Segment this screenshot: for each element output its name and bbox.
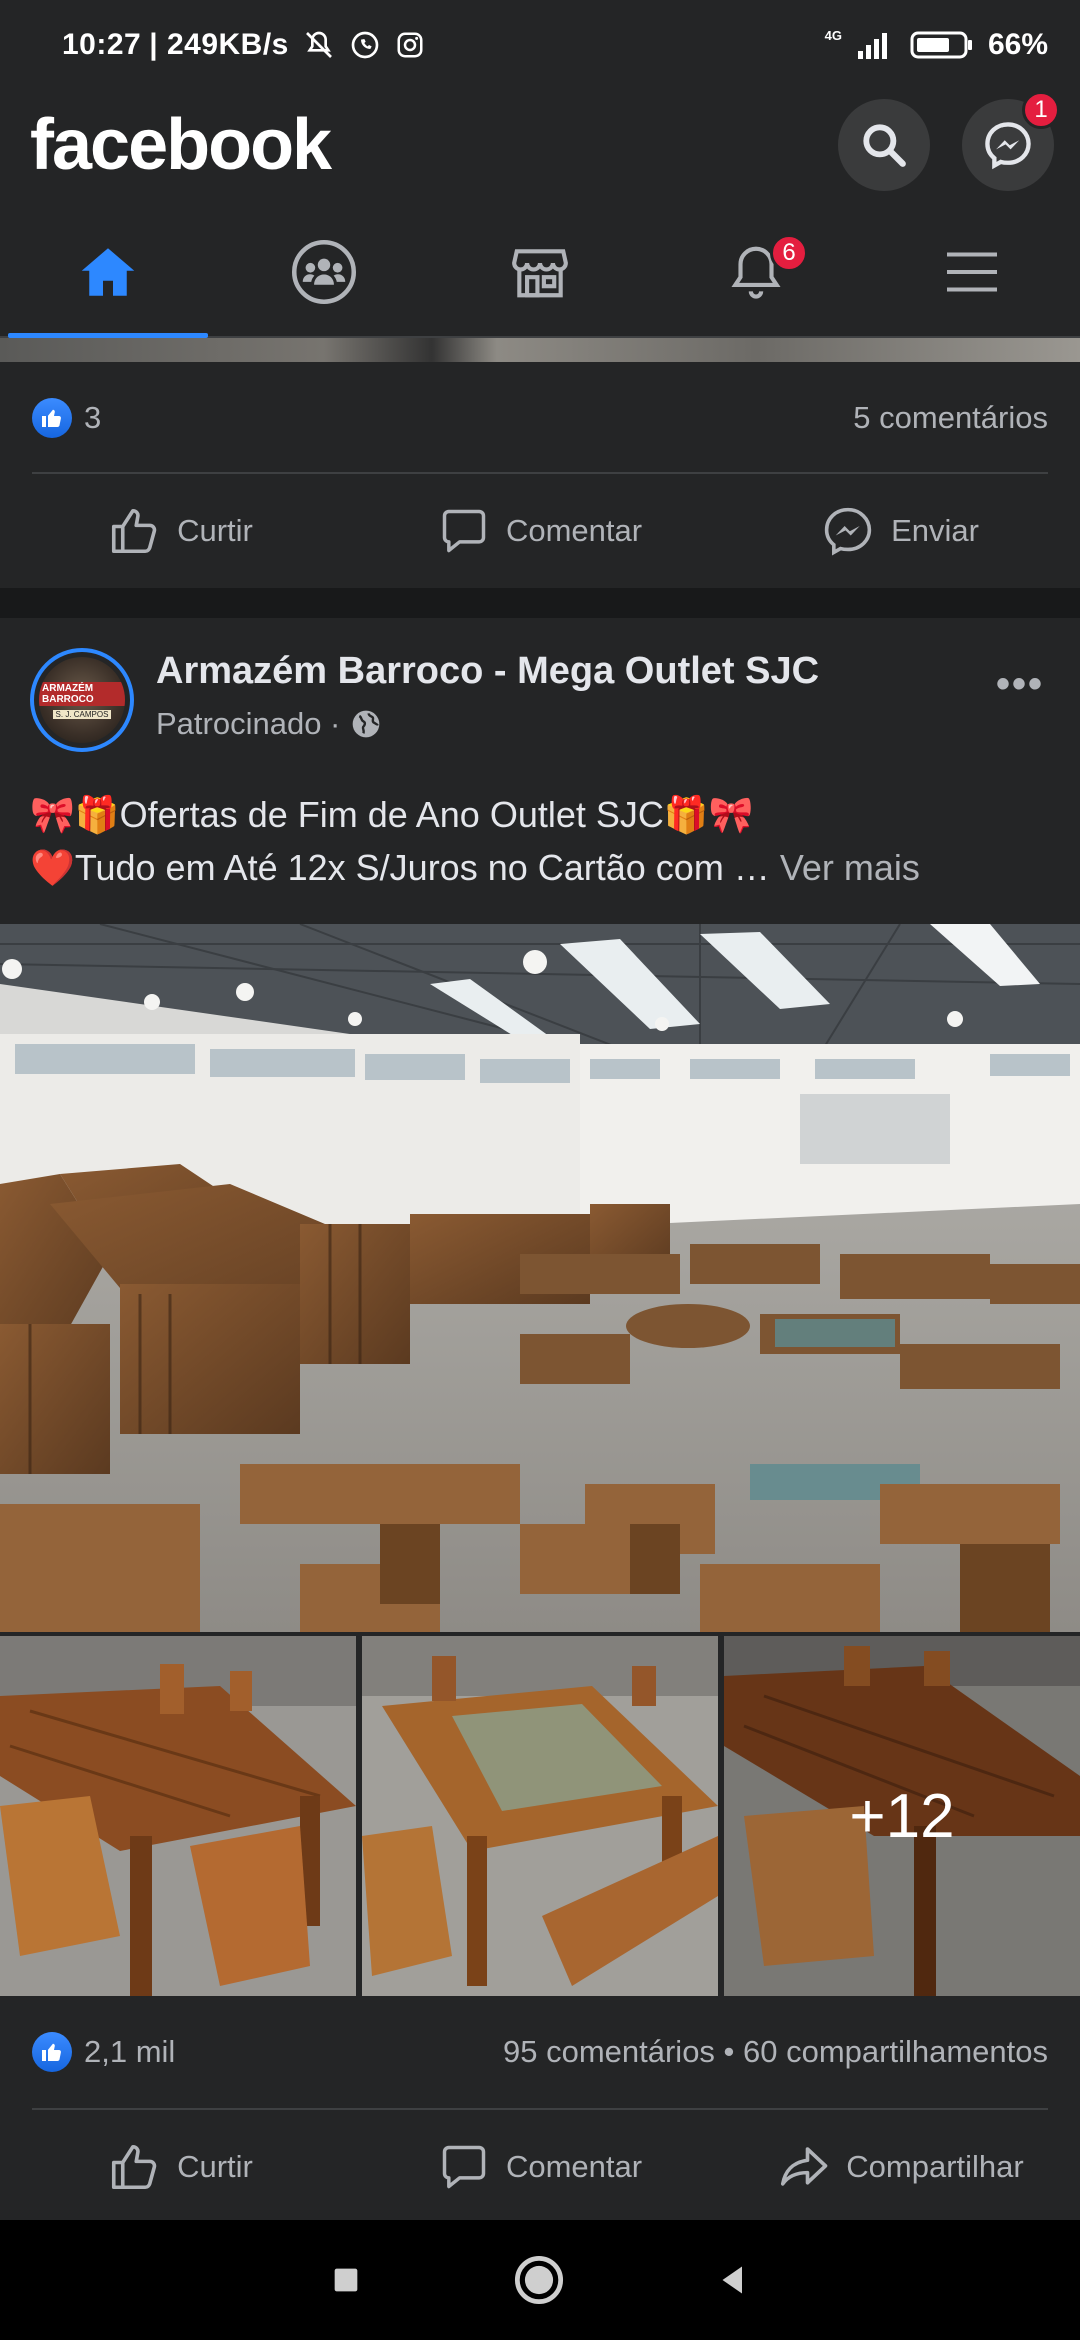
- like-reaction-icon: [32, 398, 72, 438]
- comment-button[interactable]: Comentar: [360, 505, 720, 557]
- search-icon: [863, 124, 906, 167]
- messenger-button[interactable]: 1: [962, 91, 1060, 191]
- post-photo-thumbnail[interactable]: [362, 1636, 718, 1996]
- page-avatar[interactable]: ARMAZÉM BARROCO S. J. CAMPOS: [30, 648, 134, 752]
- status-bar: 10:27 | 249KB/s 4G 66%: [0, 0, 1080, 90]
- battery-icon: [910, 31, 972, 59]
- page-name[interactable]: Armazém Barroco - Mega Outlet SJC: [156, 650, 819, 693]
- see-more-link[interactable]: Ver mais: [780, 847, 920, 888]
- post-photo-grid: +12: [0, 1636, 1080, 1996]
- like-label: Curtir: [177, 513, 253, 548]
- home-circle-icon[interactable]: [513, 2254, 565, 2306]
- more-options-button[interactable]: •••: [996, 662, 1044, 707]
- search-button[interactable]: [838, 99, 930, 191]
- previous-post-actions: Curtir Comentar Enviar: [0, 476, 1080, 586]
- likes-count[interactable]: 2,1 mil: [84, 2034, 175, 2070]
- likes-count[interactable]: 3: [84, 400, 101, 436]
- like-label: Curtir: [177, 2149, 253, 2184]
- comment-icon: [442, 2145, 486, 2189]
- previous-post-image[interactable]: [0, 338, 1080, 362]
- sponsored-text: Patrocinado ·: [156, 706, 341, 741]
- avatar-logo-text: ARMAZÉM BARROCO: [39, 681, 125, 706]
- post-photo-thumbnail[interactable]: [0, 1636, 356, 1996]
- feed-separator: [0, 588, 1080, 618]
- share-arrow-icon: [781, 2147, 828, 2186]
- sponsored-label: Patrocinado ·: [156, 706, 382, 742]
- messenger-badge: 1: [1022, 91, 1060, 129]
- post-reactions: 2,1 mil 95 comentários • 60 compartilham…: [0, 2002, 1080, 2102]
- send-label: Enviar: [891, 513, 979, 548]
- recent-apps-icon[interactable]: [329, 2263, 363, 2297]
- comments-count[interactable]: 5 comentários: [853, 400, 1048, 436]
- post-header: ARMAZÉM BARROCO S. J. CAMPOS Armazém Bar…: [0, 640, 1080, 770]
- network-speed: | 249KB/s: [149, 28, 289, 61]
- facebook-logo[interactable]: facebook: [30, 104, 332, 186]
- send-button[interactable]: Enviar: [720, 504, 1080, 558]
- tab-menu[interactable]: [864, 208, 1080, 336]
- share-button[interactable]: Compartilhar: [720, 2140, 1080, 2194]
- post-photo-thumbnail-more[interactable]: +12: [724, 1636, 1080, 1996]
- app-header: facebook 1: [0, 90, 1080, 200]
- globe-icon: [353, 710, 380, 738]
- back-icon[interactable]: [715, 2262, 751, 2298]
- comment-label: Comentar: [505, 2149, 643, 2184]
- clock: 10:27: [62, 28, 142, 61]
- tab-marketplace[interactable]: [432, 208, 648, 336]
- menu-icon: [947, 252, 997, 292]
- post-text-line-2-content: ❤️Tudo em Até 12x S/Juros no Cartão com …: [30, 847, 770, 888]
- tab-bar: 6: [0, 208, 1080, 338]
- network-type: 4G: [824, 27, 842, 43]
- comment-label: Comentar: [505, 513, 643, 548]
- post-text: 🎀🎁Ofertas de Fim de Ano Outlet SJC🎁🎀 ❤️T…: [30, 788, 1060, 894]
- groups-icon: [291, 239, 357, 305]
- tab-notifications[interactable]: 6: [648, 208, 864, 336]
- notifications-badge: 6: [770, 234, 808, 272]
- comments-shares-count[interactable]: 95 comentários • 60 compartilhamentos: [503, 2034, 1048, 2070]
- post-text-line-1: 🎀🎁Ofertas de Fim de Ano Outlet SJC🎁🎀: [30, 794, 754, 835]
- battery-percent: 66%: [987, 28, 1048, 61]
- divider: [32, 2108, 1048, 2110]
- share-label: Compartilhar: [846, 2149, 1024, 2184]
- messenger-icon: [985, 122, 1031, 170]
- tab-groups[interactable]: [216, 208, 432, 336]
- post-text-line-2: ❤️Tudo em Até 12x S/Juros no Cartão com …: [30, 841, 1060, 894]
- tab-home[interactable]: [0, 208, 216, 338]
- divider: [32, 472, 1048, 474]
- home-icon: [81, 248, 135, 296]
- messenger-send-icon: [824, 507, 872, 556]
- like-button[interactable]: Curtir: [0, 2140, 360, 2194]
- marketplace-icon: [512, 249, 568, 298]
- comment-icon: [442, 509, 486, 553]
- system-navigation-bar: [0, 2220, 1080, 2340]
- comment-button[interactable]: Comentar: [360, 2141, 720, 2193]
- avatar-logo-subtext: S. J. CAMPOS: [52, 709, 112, 719]
- muted-bell-icon: [305, 31, 332, 58]
- whatsapp-icon: [351, 31, 379, 59]
- signal-icon: [857, 33, 887, 59]
- post-actions: Curtir Comentar Compartilhar: [0, 2112, 1080, 2222]
- previous-post-reactions: 3 5 comentários: [0, 368, 1080, 468]
- more-photos-count: +12: [724, 1636, 1080, 1996]
- thumbs-up-icon: [112, 508, 157, 554]
- like-button[interactable]: Curtir: [0, 504, 360, 558]
- post-main-photo[interactable]: [0, 924, 1080, 1632]
- instagram-icon: [397, 32, 423, 58]
- like-reaction-icon: [32, 2032, 72, 2072]
- thumbs-up-icon: [112, 2144, 157, 2190]
